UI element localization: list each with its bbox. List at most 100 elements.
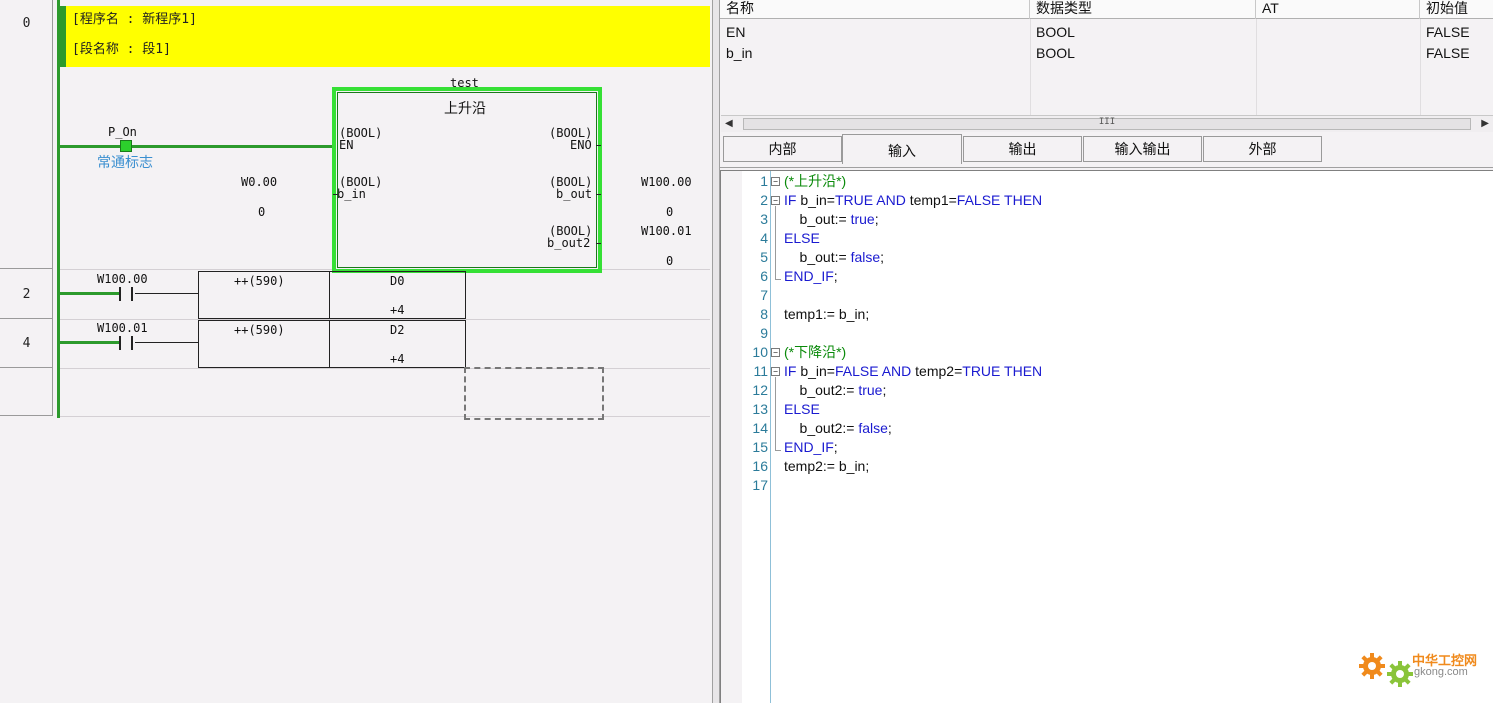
input-operand-w0[interactable]: W0.00 [241,176,277,188]
rung-number-4: 4 [22,336,31,351]
scroll-right-icon[interactable]: ▶ [1481,118,1489,129]
line-number: 13 [752,401,768,417]
line-number: 3 [760,211,768,227]
line-number: 16 [752,458,768,474]
code-line[interactable]: ELSE [784,229,820,248]
tab-external[interactable]: 外部 [1203,136,1322,162]
column-header-type[interactable]: 数据类型 [1030,0,1256,19]
tab-output[interactable]: 输出 [963,136,1082,162]
output-operand-w100-00[interactable]: W100.00 [641,176,692,188]
line-number: 9 [760,325,768,341]
code-line[interactable]: b_out:= false; [784,248,884,267]
horizontal-scrollbar[interactable]: ◀ III ▶ [721,115,1493,132]
code-line[interactable]: (*下降沿*) [784,343,846,362]
column-header-name[interactable]: 名称 [720,0,1030,19]
rung-number-0: 0 [22,16,31,31]
rung2-operand[interactable]: D0 [390,275,404,287]
code-line[interactable]: (*上升沿*) [784,172,846,191]
fb-pin-b-out-name: b_out [556,187,593,201]
line-number: 14 [752,420,768,436]
instruction-divider [329,271,330,319]
line-number: 5 [760,249,768,265]
line-number: 1 [760,173,768,189]
rung4-contact-label: W100.01 [97,321,148,335]
code-line[interactable]: END_IF; [784,438,838,457]
rung2-contact-label: W100.00 [97,272,148,286]
p-on-contact[interactable] [120,140,132,152]
code-line[interactable]: b_out2:= false; [784,419,892,438]
code-line[interactable]: temp2:= b_in; [784,457,869,476]
input-operand-value: 0 [258,205,266,219]
rung2-value: +4 [390,303,405,317]
code-line[interactable]: ELSE [784,400,820,419]
rung2-contact[interactable] [119,287,133,301]
section-name-line: [段名称 : 段1] [72,42,171,57]
st-code-editor[interactable]: 1 2 3 4 5 6 7 8 9 10 11 12 13 14 15 16 17 (*上升沿*) IF b_in… [720,170,1493,703]
code-line[interactable]: b_out:= true; [784,210,879,229]
line-number: 12 [752,382,768,398]
fold-margin [770,171,771,703]
code-line[interactable]: IF b_in=FALSE AND temp2=TRUE THEN [784,362,1042,381]
rung-separator [0,367,53,368]
grid-line [60,368,710,369]
grid-line [60,416,710,417]
tab-input-output[interactable]: 输入输出 [1083,136,1202,162]
variable-table-panel[interactable]: 名称 数据类型 AT 初始值 EN BOOL FALSE b_in BOOL F… [720,0,1493,168]
fold-toggle-icon[interactable]: − [771,348,780,357]
scrollbar-thumb[interactable]: III [743,117,1471,130]
table-row[interactable]: b_in BOOL FALSE [720,43,1493,64]
editor-gutter [721,171,742,703]
output-operand-w100-01[interactable]: W100.01 [641,225,692,237]
tab-internal[interactable]: 内部 [723,136,842,162]
ladder-editor[interactable]: 0 2 4 [程序名 : 新程序1] [段名称 : 段1] P_On 常通标志 … [0,0,712,703]
fb-pin-en-name: EN [339,138,354,152]
output-operand-w100-01-value: 0 [666,254,674,268]
code-line[interactable]: END_IF; [784,267,838,286]
fold-toggle-icon[interactable]: − [771,177,780,186]
fb-pin-stub [333,194,338,195]
line-number: 17 [752,477,768,493]
rung4-wire-left [60,341,120,344]
fb-pin-b-in-name: b_in [337,187,366,201]
code-line[interactable]: IF b_in=TRUE AND temp1=FALSE THEN [784,191,1042,210]
rung4-operand[interactable]: D2 [390,324,404,336]
column-header-initial[interactable]: 初始值 [1420,0,1493,19]
code-line[interactable]: temp1:= b_in; [784,305,869,324]
line-number: 2 [760,192,768,208]
table-row[interactable]: EN BOOL FALSE [720,22,1493,43]
rung4-wire-right [135,342,199,343]
fold-guide-end [775,279,781,280]
var-type: BOOL [1036,45,1075,61]
rung2-wire-right [135,293,199,294]
code-line[interactable]: b_out2:= true; [784,381,887,400]
line-number: 11 [753,363,768,379]
rung0-wire-left [60,145,120,148]
line-number: 10 [752,344,768,360]
line-number: 15 [752,439,768,455]
rung4-contact[interactable] [119,336,133,350]
header-rail-marker [58,6,66,67]
fb-pin-stub [596,194,601,195]
var-init: FALSE [1426,45,1470,61]
pane-splitter[interactable] [712,0,720,703]
column-header-at[interactable]: AT [1256,0,1420,19]
gkong-watermark: 中华工控网 gkong.com [1354,640,1482,695]
watermark-url: gkong.com [1414,666,1468,678]
scroll-grip: III [1098,117,1116,127]
variable-scope-tabs: 内部 输入 输出 输入输出 外部 [720,134,1493,168]
rung2-wire-left [60,292,120,295]
var-name: b_in [726,45,753,61]
line-number: 7 [760,287,768,303]
output-operand-w100-00-value: 0 [666,205,674,219]
line-number: 4 [760,230,768,246]
fold-toggle-icon[interactable]: − [771,367,780,376]
tab-input[interactable]: 输入 [842,134,962,164]
fb-pin-b-out2-name: b_out2 [547,236,591,250]
fold-toggle-icon[interactable]: − [771,196,780,205]
scroll-left-icon[interactable]: ◀ [725,118,733,129]
fold-guide-end [775,450,781,451]
ladder-cursor[interactable] [464,367,604,420]
program-header[interactable]: [程序名 : 新程序1] [段名称 : 段1] [58,6,710,67]
var-at [1256,22,1262,43]
program-name-line: [程序名 : 新程序1] [72,12,197,27]
